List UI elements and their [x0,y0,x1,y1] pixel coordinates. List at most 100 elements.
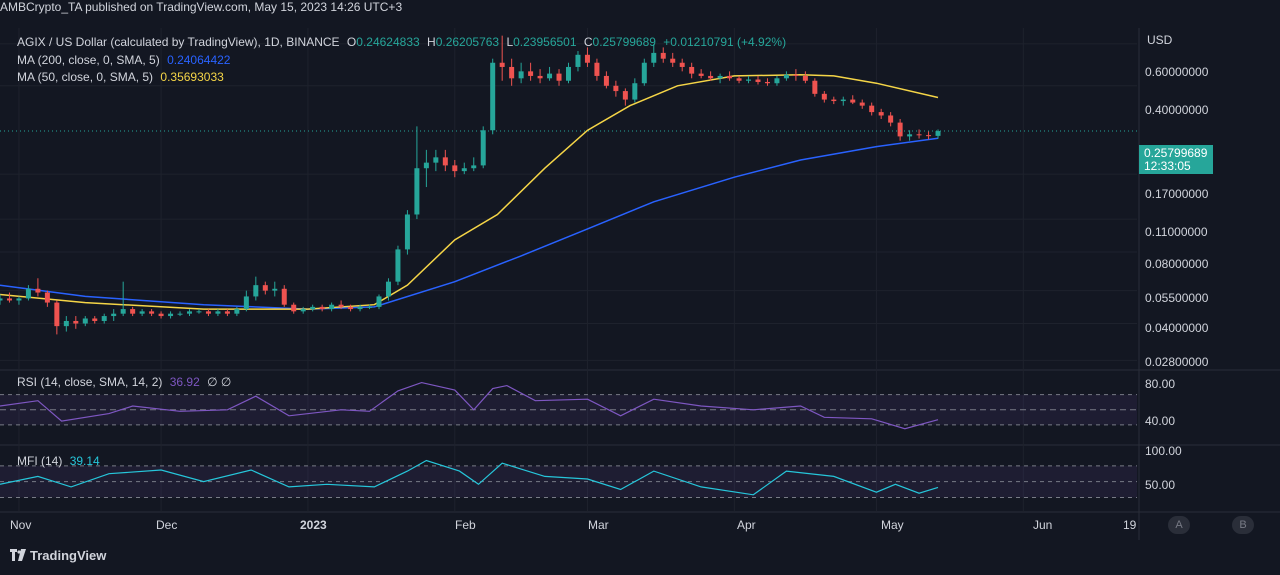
mfi-legend[interactable]: MFI (14) 39.14 [17,454,104,468]
time-tick-19: 19 [1123,518,1137,532]
time-tick-dec: Dec [156,518,178,532]
candle-body [54,302,60,327]
candle-body [850,99,856,103]
b-button[interactable]: B [1232,516,1254,534]
candle-body [120,309,126,314]
tradingview-logo[interactable]: TradingView [10,548,106,563]
candle-body [547,73,553,79]
ma50-legend[interactable]: MA (50, close, 0, SMA, 5) 0.35693033 [17,70,228,84]
candle-body [82,318,88,324]
ma50-label: MA (50, close, 0, SMA, 5) [17,70,154,84]
candle-body [660,52,666,59]
price-tick: 0.60000000 [1145,65,1209,79]
countdown-timer: 12:33:05 [1144,159,1191,173]
candle-body [831,99,837,102]
price-tick: 0.04000000 [1145,321,1209,335]
candle-body [16,298,22,301]
candle-body [433,157,439,163]
candle-body [689,66,695,74]
chart-canvas[interactable] [0,0,1280,575]
candle-body [869,105,875,113]
candle-body [575,54,581,67]
price-tick: 0.08000000 [1145,257,1209,271]
candle-body [35,288,41,293]
candle-body [215,311,221,314]
ma200-label: MA (200, close, 0, SMA, 5) [17,53,160,67]
candle-body [149,311,155,314]
candle-body [44,292,50,303]
candle-body [670,58,676,63]
candle-body [224,311,230,314]
candle-body [878,112,884,116]
candle-body [310,306,316,310]
symbol-legend[interactable]: AGIX / US Dollar (calculated by TradingV… [17,35,790,49]
candle-body [584,54,590,63]
candle-body [641,62,647,84]
candle-body [168,313,174,317]
candle-body [746,79,752,81]
candle-body [528,71,534,76]
candle-body [376,296,382,307]
candle-body [812,80,818,94]
candle-body [101,316,107,321]
rsi-tick: 80.00 [1145,377,1176,391]
candle-body [300,309,306,312]
candle-body [679,62,685,67]
low-value: 0.23956501 [513,35,577,49]
candle-body [196,311,202,313]
candle-body [518,71,524,79]
candle-body [622,91,628,100]
candle-body [158,313,164,317]
candle-body [92,318,98,321]
candle-body [442,157,448,166]
candle-body [367,306,373,308]
candle-body [594,62,600,76]
close-key: C [583,35,593,49]
candle-body [329,304,335,310]
candle-body [859,102,865,106]
auto-scale-button[interactable]: A [1168,516,1190,534]
time-tick-jun: Jun [1033,518,1053,532]
candle-body [907,134,913,137]
candle-body [404,214,410,250]
candle-body [603,75,609,86]
time-tick-may: May [881,518,904,532]
candle-body [537,75,543,79]
candle-body [452,165,458,172]
candle-body [651,52,657,63]
candle-body [0,298,3,301]
candle-body [338,304,344,307]
candle-body [556,73,562,81]
ma50-value: 0.35693033 [160,70,224,84]
candle-body [926,135,932,137]
currency-label[interactable]: USD [1147,33,1172,47]
candle-body [243,296,249,310]
candle-body [357,306,363,310]
symbol-title: AGIX / US Dollar (calculated by TradingV… [17,35,340,49]
candle-body [821,93,827,100]
candle-body [253,285,259,297]
rsi-legend[interactable]: RSI (14, close, SMA, 14, 2) 36.92 ∅ ∅ [17,375,235,389]
candle-body [63,320,69,327]
ma200-legend[interactable]: MA (200, close, 0, SMA, 5) 0.24064422 [17,53,234,67]
candle-body [480,130,486,166]
candle-body [793,74,799,76]
candle-body [935,131,941,136]
mfi-label: MFI (14) [17,454,63,468]
price-tick: 0.02800000 [1145,355,1209,369]
candle-body [566,66,571,81]
candle-body [897,122,903,137]
mfi-tick: 50.00 [1145,478,1176,492]
time-tick-feb: Feb [455,518,476,532]
ma50-line [0,74,939,310]
candle-body [708,75,714,79]
candle-body [272,288,278,291]
rsi-value: 36.92 [169,375,200,389]
candle-body [461,168,467,172]
candle-body [319,306,325,310]
open-key: O [346,35,357,49]
candle-body [414,168,420,215]
candle-body [632,83,638,100]
mfi-tick: 100.00 [1145,444,1182,458]
candle-body [6,298,12,301]
